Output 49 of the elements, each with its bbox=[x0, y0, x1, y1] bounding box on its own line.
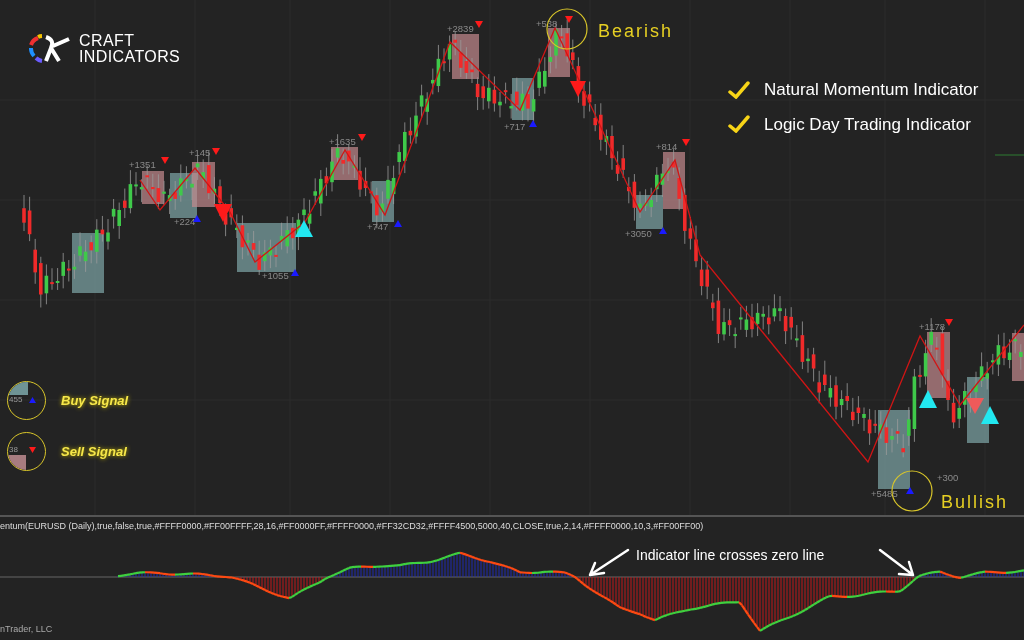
zone-box bbox=[8, 382, 28, 395]
copyright-text: nTrader, LLC bbox=[0, 623, 53, 636]
indicator-parameters: entum(EURUSD (Daily),true,false,true,#FFFF0000,#FF00FFFF,28,16,#FF0000FF,#FFFF0000,#FF32CD32,#FFFF4500,5000,40,CLOSE,true,2,14,#FFFF0000,10,3,#FF00FF00) bbox=[0, 520, 704, 533]
sell-arrow-icon bbox=[966, 398, 984, 414]
arrow-icon bbox=[588, 548, 630, 577]
annotation-text: Indicator line crosses zero line bbox=[636, 546, 825, 565]
trade-value-label: +300 bbox=[937, 472, 959, 483]
sell-marker-icon bbox=[475, 21, 483, 28]
sell-marker-icon bbox=[161, 157, 169, 164]
sell-marker-icon bbox=[358, 134, 366, 141]
sell-marker-icon bbox=[945, 319, 953, 326]
logo-text: INDICATORS bbox=[79, 49, 181, 65]
buy-arrow-icon bbox=[295, 220, 313, 237]
trade-value-label: +717 bbox=[504, 121, 526, 132]
trade-value-label: +145 bbox=[189, 147, 211, 158]
logo-text: CRAFT bbox=[79, 33, 136, 49]
buy-marker-icon bbox=[906, 487, 914, 494]
buy-marker-icon bbox=[291, 269, 299, 276]
buy-marker-icon bbox=[193, 215, 201, 222]
sample-value: 455 bbox=[9, 395, 23, 404]
sell-marker-icon bbox=[682, 139, 690, 146]
trade-value-label: +814 bbox=[656, 141, 678, 152]
buy-arrow-icon bbox=[919, 390, 937, 408]
buy-marker-icon bbox=[529, 120, 537, 127]
sell-arrow-icon bbox=[214, 204, 232, 222]
arrow-icon bbox=[878, 548, 915, 577]
buy-marker-icon bbox=[29, 397, 36, 403]
sell-marker-icon bbox=[565, 16, 573, 23]
sample-value: 38 bbox=[9, 445, 18, 454]
logo-icon bbox=[29, 34, 73, 64]
trade-value-label: +224 bbox=[174, 216, 196, 227]
buy-marker-icon bbox=[394, 220, 402, 227]
trade-value-label: +1351 bbox=[129, 159, 156, 170]
feature-label: Logic Day Trading Indicator bbox=[764, 113, 971, 136]
callout-label: Bullish bbox=[941, 491, 1009, 514]
buy-marker-icon bbox=[659, 227, 667, 234]
sell-marker-icon bbox=[29, 447, 36, 453]
callout-label: Bearish bbox=[598, 20, 674, 43]
sell-marker-icon bbox=[212, 148, 220, 155]
sell-arrow-icon bbox=[570, 81, 586, 97]
zone-box bbox=[8, 455, 26, 470]
trade-value-label: +3050 bbox=[625, 228, 652, 239]
trade-value-label: +747 bbox=[367, 221, 389, 232]
legend-label: Buy Signal bbox=[61, 391, 129, 410]
feature-label: Natural Momentum Indicator bbox=[764, 79, 979, 101]
legend-label: Sell Signal bbox=[61, 442, 127, 461]
buy-arrow-icon bbox=[981, 406, 999, 424]
trade-value-label: +1055 bbox=[262, 270, 289, 281]
trade-value-label: +2839 bbox=[447, 23, 474, 34]
